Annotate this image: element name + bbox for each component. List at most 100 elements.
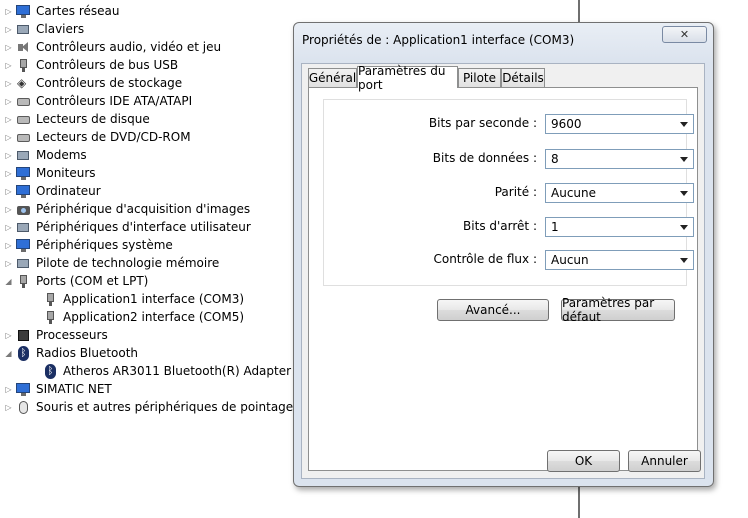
expand-arrow-icon[interactable]: ▷ xyxy=(4,164,13,182)
port-properties-dialog: Propriétés de : Application1 interface (… xyxy=(293,22,714,487)
tree-item-label: Moniteurs xyxy=(36,166,96,180)
tree-item[interactable]: ▷ Contrôleurs IDE ATA/ATAPI xyxy=(4,92,192,110)
expand-arrow-icon[interactable]: ▷ xyxy=(4,38,13,56)
flow-control-value: Aucun xyxy=(551,253,589,267)
expand-arrow-icon[interactable]: ▷ xyxy=(4,74,13,92)
expand-arrow-icon[interactable]: ▷ xyxy=(4,92,13,110)
flow-control-select[interactable]: Aucun xyxy=(545,250,694,270)
tree-item[interactable]: ▷ Cartes réseau xyxy=(4,2,119,20)
dvd-drive-icon xyxy=(16,130,31,145)
tree-item[interactable]: ▷ Pilote de technologie mémoire xyxy=(4,254,219,272)
chevron-down-icon xyxy=(680,157,688,162)
tree-item[interactable]: ▷ SIMATIC NET xyxy=(4,380,112,398)
tree-item-label: Processeurs xyxy=(36,328,108,342)
tree-item-label: Ordinateur xyxy=(36,184,101,198)
tab-general[interactable]: Général xyxy=(308,68,357,87)
tree-item-label: Application1 interface (COM3) xyxy=(63,292,245,306)
expand-arrow-icon[interactable]: ▷ xyxy=(4,2,13,20)
collapse-arrow-icon[interactable]: ◢ xyxy=(4,344,13,362)
tree-item[interactable]: Application2 interface (COM5) xyxy=(22,308,244,326)
expand-arrow-icon[interactable]: ▷ xyxy=(4,398,13,416)
tree-item[interactable]: ▷ Contrôleurs de bus USB xyxy=(4,56,178,74)
tree-item[interactable]: ▷ Lecteurs de disque xyxy=(4,110,149,128)
tab-driver[interactable]: Pilote xyxy=(458,68,501,87)
tree-item[interactable]: ◢ ᛒ Radios Bluetooth xyxy=(4,344,138,362)
restore-defaults-button[interactable]: Paramètres par défaut xyxy=(561,296,675,324)
parity-value: Aucune xyxy=(551,186,597,200)
tree-item-label: Contrôleurs IDE ATA/ATAPI xyxy=(36,94,193,108)
dialog-title: Propriétés de : Application1 interface (… xyxy=(302,33,575,47)
tree-item-label: Contrôleurs audio, vidéo et jeu xyxy=(36,40,222,54)
port-icon xyxy=(43,292,58,307)
bluetooth-icon: ᛒ xyxy=(16,345,31,361)
tree-item-label: Périphériques système xyxy=(36,238,173,252)
tree-item[interactable]: ▷ Périphérique d'acquisition d'images xyxy=(4,200,250,218)
tree-item[interactable]: ▷ Processeurs xyxy=(4,326,108,344)
tree-item[interactable]: ◢ Ports (COM et LPT) xyxy=(4,272,148,290)
tree-item[interactable]: ▷ Souris et autres périphériques de point… xyxy=(4,398,293,416)
tree-item-label: Radios Bluetooth xyxy=(36,346,139,360)
port-icon xyxy=(43,310,58,325)
data-bits-select[interactable]: 8 xyxy=(545,149,694,169)
system-device-icon xyxy=(16,238,31,253)
network-icon xyxy=(16,382,31,397)
modem-icon xyxy=(16,148,31,163)
tree-item[interactable]: ▷ Claviers xyxy=(4,20,84,38)
tree-item-label: SIMATIC NET xyxy=(36,382,112,396)
tree-item[interactable]: Application1 interface (COM3) xyxy=(22,290,244,308)
network-adapter-icon xyxy=(16,4,31,19)
tree-item[interactable]: ▷ Moniteurs xyxy=(4,164,96,182)
expand-arrow-icon[interactable]: ▷ xyxy=(4,326,13,344)
mouse-icon xyxy=(16,400,31,415)
tree-item[interactable]: ▷ Périphériques système xyxy=(4,236,173,254)
parity-select[interactable]: Aucune xyxy=(545,183,694,203)
tab-port-settings[interactable]: Paramètres du port xyxy=(357,64,458,92)
tree-item[interactable]: ᛒ Atheros AR3011 Bluetooth(R) Adapter xyxy=(22,362,291,380)
tree-item[interactable]: ▷ Contrôleurs audio, vidéo et jeu xyxy=(4,38,221,56)
expand-arrow-icon[interactable]: ▷ xyxy=(4,254,13,272)
keyboard-icon xyxy=(16,22,31,37)
expand-arrow-icon[interactable]: ▷ xyxy=(4,236,13,254)
baud-rate-label: Bits par seconde : xyxy=(428,116,537,130)
cancel-button[interactable]: Annuler xyxy=(628,450,701,472)
tree-item-label: Périphérique d'acquisition d'images xyxy=(36,202,251,216)
tab-details[interactable]: Détails xyxy=(501,68,545,87)
expand-arrow-icon[interactable]: ▷ xyxy=(4,146,13,164)
tree-item[interactable]: ▷ Modems xyxy=(4,146,86,164)
baud-rate-select[interactable]: 9600 xyxy=(545,114,694,134)
stop-bits-label: Bits d'arrêt : xyxy=(463,219,537,233)
ok-button[interactable]: OK xyxy=(547,450,620,472)
close-button[interactable]: ✕ xyxy=(662,26,707,43)
device-tree: ▷ Cartes réseau ▷ Claviers ▷ Contrôleurs audi… xyxy=(0,0,293,518)
computer-icon xyxy=(16,184,31,199)
expand-arrow-icon[interactable]: ▷ xyxy=(4,56,13,74)
tree-item[interactable]: ▷ Périphériques d'interface utilisateur xyxy=(4,218,251,236)
tree-item-label: Contrôleurs de bus USB xyxy=(36,58,179,72)
advanced-button[interactable]: Avancé... xyxy=(437,299,549,321)
expand-arrow-icon[interactable]: ▷ xyxy=(4,200,13,218)
tree-item[interactable]: ▷ Lecteurs de DVD/CD-ROM xyxy=(4,128,190,146)
bluetooth-icon: ᛒ xyxy=(43,363,58,379)
expand-arrow-icon[interactable]: ▷ xyxy=(4,20,13,38)
port-settings-group: Bits par seconde : 9600 Bits de données … xyxy=(323,99,694,286)
expand-arrow-icon[interactable]: ▷ xyxy=(4,182,13,200)
expand-arrow-icon[interactable]: ▷ xyxy=(4,128,13,146)
tree-item-label: Atheros AR3011 Bluetooth(R) Adapter xyxy=(63,364,292,378)
collapse-arrow-icon[interactable]: ◢ xyxy=(4,272,13,290)
parity-label: Parité : xyxy=(494,185,537,199)
expand-arrow-icon[interactable]: ▷ xyxy=(4,380,13,398)
data-bits-value: 8 xyxy=(551,152,559,166)
camera-icon xyxy=(16,202,31,217)
expand-arrow-icon[interactable]: ▷ xyxy=(4,110,13,128)
processor-icon xyxy=(16,328,31,343)
tree-item-label: Périphériques d'interface utilisateur xyxy=(36,220,251,234)
tree-item[interactable]: ▷ Ordinateur xyxy=(4,182,101,200)
tree-item-label: Cartes réseau xyxy=(36,4,120,18)
tree-item[interactable]: ▷ ◈ Contrôleurs de stockage xyxy=(4,74,182,92)
stop-bits-select[interactable]: 1 xyxy=(545,217,694,237)
chevron-down-icon xyxy=(680,258,688,263)
port-settings-panel: Bits par seconde : 9600 Bits de données … xyxy=(308,87,698,471)
expand-arrow-icon[interactable]: ▷ xyxy=(4,218,13,236)
